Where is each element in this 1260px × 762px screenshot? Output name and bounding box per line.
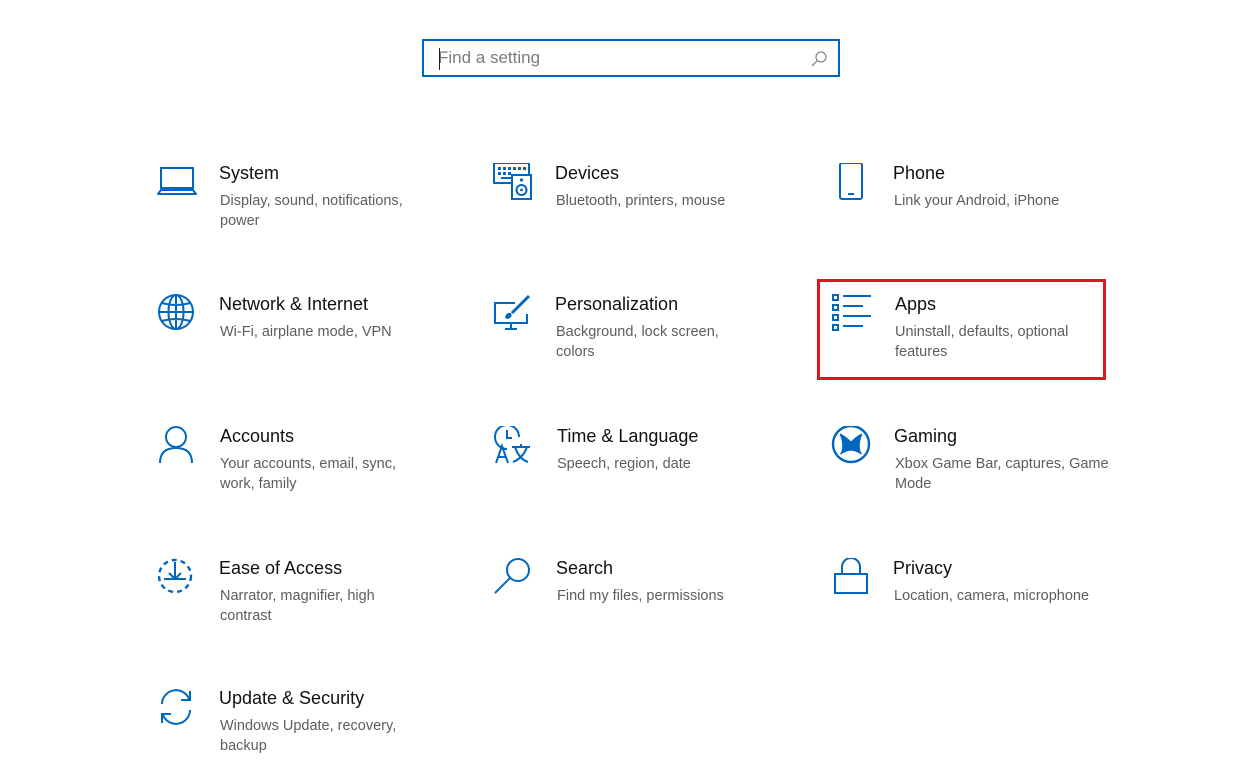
sync-icon bbox=[157, 688, 199, 730]
category-title: Gaming bbox=[894, 426, 958, 446]
highlight-box-apps bbox=[817, 279, 1106, 380]
phone-icon bbox=[831, 163, 873, 205]
category-title: Time & Language bbox=[557, 426, 699, 446]
category-phone[interactable]: Phone Link your Android, iPhone bbox=[831, 163, 1111, 259]
category-description: Bluetooth, printers, mouse bbox=[556, 193, 726, 209]
paint-monitor-icon bbox=[493, 294, 535, 336]
category-description: Windows Update, recovery, backup bbox=[220, 718, 397, 754]
settings-home: System Display, sound, notifications, po… bbox=[0, 0, 1260, 762]
category-title: Network & Internet bbox=[219, 294, 369, 314]
category-description: Narrator, magnifier, high contrast bbox=[220, 588, 375, 624]
category-title: Search bbox=[556, 558, 614, 578]
category-description: Location, camera, microphone bbox=[894, 588, 1090, 604]
category-description: Background, lock screen, colors bbox=[556, 324, 719, 360]
category-description: Find my files, permissions bbox=[557, 588, 724, 604]
search-box[interactable] bbox=[422, 39, 840, 77]
laptop-icon bbox=[157, 163, 199, 205]
category-description: Xbox Game Bar, captures, Game Mode bbox=[895, 456, 1109, 492]
category-title: Ease of Access bbox=[219, 558, 343, 578]
category-title: System bbox=[219, 163, 280, 183]
time-language-icon bbox=[493, 426, 535, 468]
category-time-language[interactable]: Time & Language Speech, region, date bbox=[493, 426, 773, 522]
category-title: Privacy bbox=[893, 558, 953, 578]
category-system[interactable]: System Display, sound, notifications, po… bbox=[157, 163, 437, 259]
category-personalization[interactable]: Personalization Background, lock screen,… bbox=[493, 294, 773, 390]
keyboard-speaker-icon bbox=[493, 163, 535, 205]
category-description: Your accounts, email, sync, work, family bbox=[220, 456, 396, 492]
search-input[interactable] bbox=[438, 41, 798, 75]
search-icon[interactable] bbox=[810, 50, 828, 68]
category-description: Wi-Fi, airplane mode, VPN bbox=[220, 324, 392, 340]
category-description: Speech, region, date bbox=[557, 456, 691, 472]
category-devices[interactable]: Devices Bluetooth, printers, mouse bbox=[493, 163, 773, 259]
ease-of-access-icon bbox=[157, 558, 199, 600]
category-title: Update & Security bbox=[219, 688, 365, 708]
category-gaming[interactable]: Gaming Xbox Game Bar, captures, Game Mod… bbox=[831, 426, 1111, 522]
category-update-security[interactable]: Update & Security Windows Update, recove… bbox=[157, 688, 437, 762]
category-title: Phone bbox=[893, 163, 946, 183]
category-search[interactable]: Search Find my files, permissions bbox=[493, 558, 773, 654]
category-ease-of-access[interactable]: Ease of Access Narrator, magnifier, high… bbox=[157, 558, 437, 654]
magnifier-icon bbox=[493, 558, 535, 600]
xbox-icon bbox=[831, 426, 873, 468]
text-caret bbox=[439, 48, 440, 70]
category-title: Devices bbox=[555, 163, 620, 183]
category-title: Personalization bbox=[555, 294, 679, 314]
category-network-internet[interactable]: Network & Internet Wi-Fi, airplane mode,… bbox=[157, 294, 437, 390]
person-icon bbox=[157, 426, 199, 468]
category-description: Link your Android, iPhone bbox=[894, 193, 1060, 209]
category-description: Display, sound, notifications, power bbox=[220, 193, 403, 229]
category-privacy[interactable]: Privacy Location, camera, microphone bbox=[831, 558, 1111, 654]
globe-icon bbox=[157, 294, 199, 336]
lock-icon bbox=[831, 558, 873, 600]
category-title: Accounts bbox=[220, 426, 295, 446]
category-accounts[interactable]: Accounts Your accounts, email, sync, wor… bbox=[157, 426, 437, 522]
